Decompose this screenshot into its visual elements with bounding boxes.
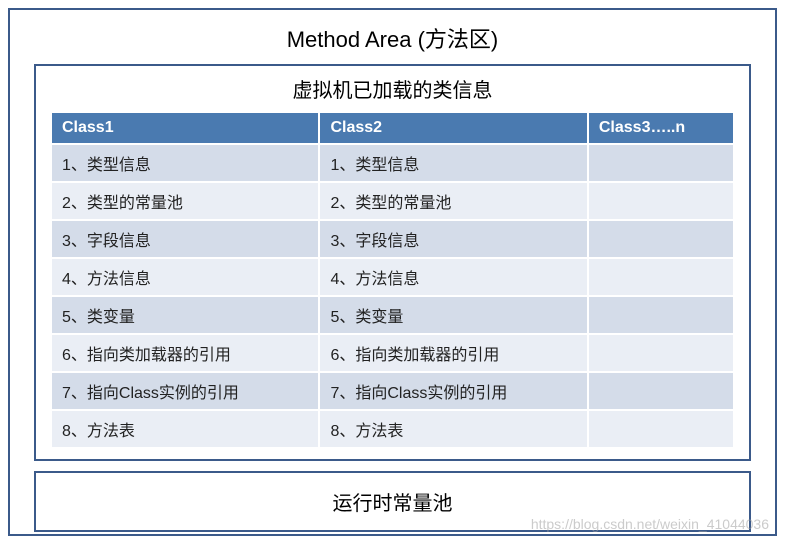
table-row: 8、方法表8、方法表 — [51, 410, 734, 448]
cell: 8、方法表 — [319, 410, 587, 448]
cell: 7、指向Class实例的引用 — [319, 372, 587, 410]
section-subtitle: 虚拟机已加载的类信息 — [50, 74, 735, 103]
table-row: 1、类型信息1、类型信息 — [51, 144, 734, 182]
cell — [588, 334, 734, 372]
col-class1: Class1 — [51, 112, 319, 144]
class-info-table: Class1 Class2 Class3…..n 1、类型信息1、类型信息 2、… — [50, 111, 735, 449]
cell: 8、方法表 — [51, 410, 319, 448]
runtime-constant-pool-label: 运行时常量池 — [333, 493, 453, 515]
cell: 5、类变量 — [319, 296, 587, 334]
col-class2: Class2 — [319, 112, 587, 144]
cell — [588, 182, 734, 220]
table-header-row: Class1 Class2 Class3…..n — [51, 112, 734, 144]
cell: 2、类型的常量池 — [319, 182, 587, 220]
cell: 1、类型信息 — [51, 144, 319, 182]
page-title: Method Area (方法区) — [10, 18, 775, 64]
table-row: 6、指向类加载器的引用6、指向类加载器的引用 — [51, 334, 734, 372]
cell: 5、类变量 — [51, 296, 319, 334]
cell: 6、指向类加载器的引用 — [319, 334, 587, 372]
col-class3n: Class3…..n — [588, 112, 734, 144]
cell: 3、字段信息 — [51, 220, 319, 258]
cell — [588, 220, 734, 258]
cell — [588, 296, 734, 334]
table-row: 4、方法信息4、方法信息 — [51, 258, 734, 296]
cell — [588, 144, 734, 182]
cell: 1、类型信息 — [319, 144, 587, 182]
method-area-container: Method Area (方法区) 虚拟机已加载的类信息 Class1 Clas… — [8, 8, 777, 536]
cell: 7、指向Class实例的引用 — [51, 372, 319, 410]
cell — [588, 410, 734, 448]
cell — [588, 372, 734, 410]
watermark-text: https://blog.csdn.net/weixin_41044036 — [531, 516, 769, 532]
table-row: 2、类型的常量池2、类型的常量池 — [51, 182, 734, 220]
cell — [588, 258, 734, 296]
cell: 4、方法信息 — [319, 258, 587, 296]
table-row: 7、指向Class实例的引用7、指向Class实例的引用 — [51, 372, 734, 410]
table-row: 3、字段信息3、字段信息 — [51, 220, 734, 258]
table-row: 5、类变量5、类变量 — [51, 296, 734, 334]
cell: 3、字段信息 — [319, 220, 587, 258]
cell: 4、方法信息 — [51, 258, 319, 296]
cell: 6、指向类加载器的引用 — [51, 334, 319, 372]
cell: 2、类型的常量池 — [51, 182, 319, 220]
loaded-classes-box: 虚拟机已加载的类信息 Class1 Class2 Class3…..n 1、类型… — [34, 64, 751, 461]
